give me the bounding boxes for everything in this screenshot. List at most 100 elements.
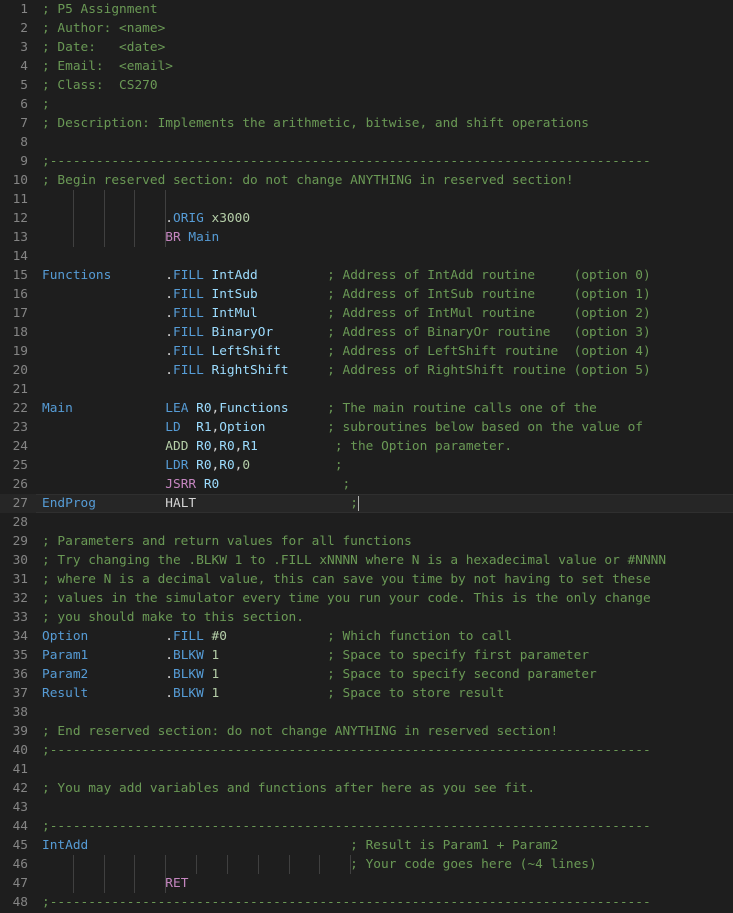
code-line[interactable]: 16 .FILL IntSub ; Address of IntSub rout… [0, 285, 733, 304]
indent-guide [103, 190, 105, 209]
code-token: ; Parameters and return values for all f… [42, 534, 412, 549]
code-line[interactable]: 8 [0, 133, 733, 152]
line-code: ;---------------------------------------… [42, 893, 651, 912]
line-number: 37 [12, 686, 28, 701]
code-line[interactable]: 6; [0, 95, 733, 114]
code-line[interactable]: 48 ;-------------------------------------… [0, 893, 733, 912]
line-number: 18 [12, 325, 28, 340]
code-line[interactable]: 18 .FILL BinaryOr ; Address of BinaryOr … [0, 323, 733, 342]
line-number: 14 [12, 249, 28, 264]
line-number: 48 [12, 895, 28, 910]
code-line[interactable]: 27 EndProg HALT ; [0, 494, 733, 513]
line-code: Main LEA R0,Functions ; The main routine… [42, 399, 597, 418]
code-line[interactable]: 15 Functions .FILL IntAdd ; Address of In… [0, 266, 733, 285]
code-line[interactable]: 14 [0, 247, 733, 266]
code-token: ; Address of IntAdd routine (option 0) [257, 268, 651, 283]
code-line[interactable]: 39 ; End reserved section: do not change … [0, 722, 733, 741]
code-line[interactable]: 25 LDR R0,R0,0 ; [0, 456, 733, 475]
code-line[interactable]: 41 [0, 760, 733, 779]
line-number: 32 [12, 591, 28, 606]
text-cursor [357, 496, 359, 511]
code-line[interactable]: 17 .FILL IntMul ; Address of IntMul rout… [0, 304, 733, 323]
code-line[interactable]: 33 ; you should make to this section. [0, 608, 733, 627]
code-line[interactable]: 22 Main LEA R0,Functions ; The main routi… [0, 399, 733, 418]
code-token: R0 [196, 477, 220, 492]
code-token: HALT [165, 496, 197, 511]
code-line[interactable]: 12 .ORIG x3000 [0, 209, 733, 228]
code-line[interactable]: 43 [0, 798, 733, 817]
code-line[interactable]: 31 ; where N is a decimal value, this can… [0, 570, 733, 589]
code-line[interactable]: 5 ; Class: CS270 [0, 76, 733, 95]
code-token: ; Address of IntSub routine (option 1) [257, 287, 651, 302]
line-code: .FILL RightShift ; Address of RightShift… [42, 361, 650, 380]
line-number: 33 [12, 610, 28, 625]
code-line[interactable]: 35 Param1 .BLKW 1 ; Space to specify firs… [0, 646, 733, 665]
code-line[interactable]: 20 .FILL RightShift ; Address of RightSh… [0, 361, 733, 380]
code-editor[interactable]: 1 ; P5 Assignment 2 ; Author: <name> 3 ; Date… [0, 0, 733, 913]
code-line[interactable]: 45 IntAdd ; Result is Param1 + Param2 [0, 836, 733, 855]
code-line[interactable]: 47 RET [0, 874, 733, 893]
code-token: FILL [172, 629, 204, 644]
code-line[interactable]: 1 ; P5 Assignment [0, 0, 733, 19]
code-line[interactable]: 46 ; Your code goes here (~4 lines) [0, 855, 733, 874]
code-line[interactable]: 44 ;-------------------------------------… [0, 817, 733, 836]
line-code: RET [42, 874, 188, 893]
line-code: ;---------------------------------------… [42, 817, 651, 836]
code-token: Functions [219, 401, 289, 416]
code-line[interactable]: 36 Param2 .BLKW 1 ; Space to specify seco… [0, 665, 733, 684]
code-line[interactable]: 42 ; You may add variables and functions … [0, 779, 733, 798]
code-line[interactable]: 26 JSRR R0 ; [0, 475, 733, 494]
code-line[interactable]: 2 ; Author: <name> [0, 19, 733, 38]
code-token: ; Which function to call [226, 629, 512, 644]
code-line[interactable]: 28 [0, 513, 733, 532]
line-code: ; P5 Assignment [42, 0, 158, 19]
code-line[interactable]: 23 LD R1,Option ; subroutines below base… [0, 418, 733, 437]
code-line[interactable]: 3 ; Date: <date> [0, 38, 733, 57]
code-line[interactable]: 30 ; Try changing the .BLKW 1 to .FILL xN… [0, 551, 733, 570]
line-number: 39 [12, 724, 28, 739]
code-line[interactable]: 34 Option .FILL #0 ; Which function to ca… [0, 627, 733, 646]
code-line[interactable]: 29 ; Parameters and return values for all… [0, 532, 733, 551]
line-code: ; End reserved section: do not change AN… [42, 722, 558, 741]
code-token: BR [165, 230, 181, 245]
code-line[interactable]: 21 [0, 380, 733, 399]
code-line[interactable]: 13 BR Main [0, 228, 733, 247]
code-token: JSRR [165, 477, 197, 492]
line-number: 15 [12, 268, 28, 283]
code-token: ; Description: Implements the arithmetic… [42, 116, 590, 131]
code-token: Functions [42, 268, 112, 283]
code-token: ;---------------------------------------… [42, 819, 651, 834]
code-line[interactable]: 38 [0, 703, 733, 722]
code-line[interactable]: 32 ; values in the simulator every time y… [0, 589, 733, 608]
indent-guide [165, 190, 167, 209]
line-number: 2 [20, 21, 28, 36]
code-line[interactable]: 7 ; Description: Implements the arithmeti… [0, 114, 733, 133]
code-line[interactable]: 4 ; Email: <email> [0, 57, 733, 76]
line-number: 28 [12, 515, 28, 530]
code-line[interactable]: 9 ;--------------------------------------… [0, 152, 733, 171]
line-number: 29 [12, 534, 28, 549]
code-token: ; values in the simulator every time you… [42, 591, 651, 606]
code-token: 1 [203, 648, 220, 663]
line-code: Result .BLKW 1 ; Space to store result [42, 684, 504, 703]
line-code: ; Class: CS270 [42, 76, 158, 95]
code-token: ;---------------------------------------… [42, 154, 651, 169]
code-line[interactable]: 11 [0, 190, 733, 209]
code-line[interactable]: 19 .FILL LeftShift ; Address of LeftShif… [0, 342, 733, 361]
line-number: 1 [20, 2, 28, 17]
line-number: 11 [12, 192, 28, 207]
line-code: ; you should make to this section. [42, 608, 304, 627]
line-number: 35 [12, 648, 28, 663]
line-number: 8 [20, 135, 28, 150]
code-token: IntAdd [203, 268, 258, 283]
code-line[interactable]: 24 ADD R0,R0,R1 ; the Option parameter. [0, 437, 733, 456]
code-line[interactable]: 10 ; Begin reserved section: do not chang… [0, 171, 733, 190]
code-line[interactable]: 37 Result .BLKW 1 ; Space to store result [0, 684, 733, 703]
code-token: LDR [165, 458, 189, 473]
code-token: ORIG [172, 211, 204, 226]
code-token: . [88, 686, 173, 701]
code-line[interactable]: 40 ;-------------------------------------… [0, 741, 733, 760]
line-code: ; Begin reserved section: do not change … [42, 171, 574, 190]
code-token: LeftShift [203, 344, 281, 359]
